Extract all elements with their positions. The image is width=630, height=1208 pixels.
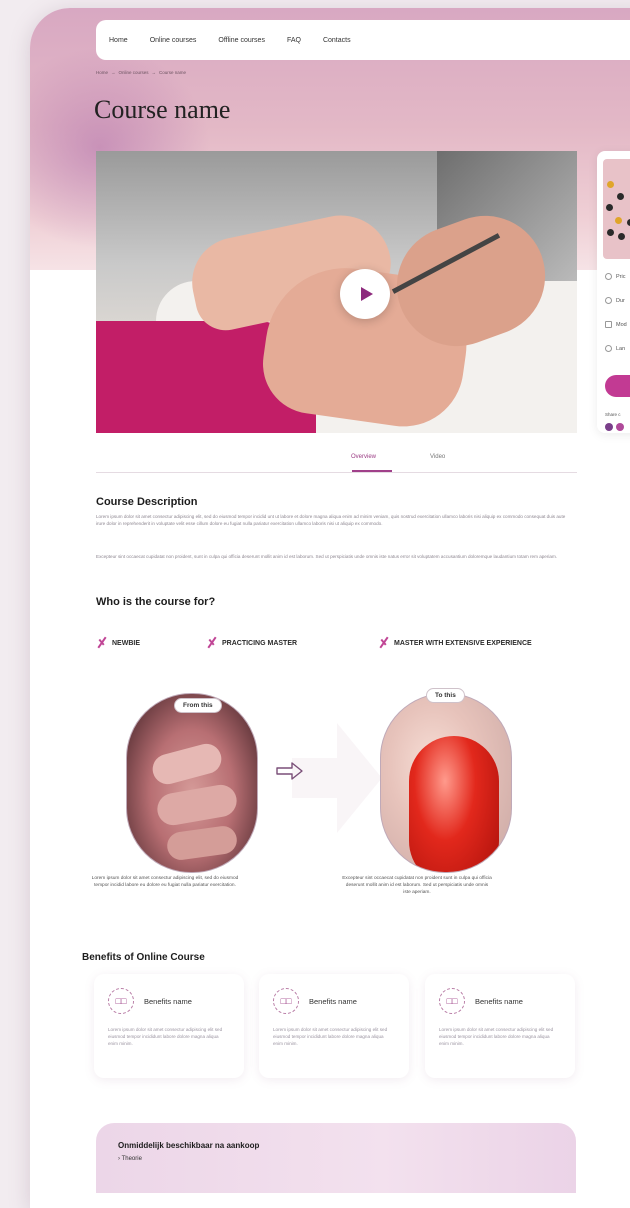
benefit-icon: □□ (439, 988, 465, 1014)
before-image (126, 693, 258, 873)
page-frame: Home Online courses Offline courses FAQ … (30, 8, 630, 1208)
benefit-icon: □□ (273, 988, 299, 1014)
breadcrumb-current: Course name (159, 70, 187, 75)
course-side-card: Pric Dur Mod Lan Share c (597, 151, 630, 433)
breadcrumb-online-courses[interactable]: Online courses (119, 70, 149, 75)
social-icon[interactable] (616, 423, 624, 431)
instant-access-heading: Onmiddelijk beschikbaar na aankoop (118, 1141, 260, 1150)
nav-item-home[interactable]: Home (109, 37, 128, 44)
benefit-card: □□ Benefits name Lorem ipsum dolor sit a… (425, 974, 575, 1078)
benefit-title: Benefits name (144, 997, 192, 1006)
before-nail (149, 740, 225, 788)
check-icon (206, 638, 220, 648)
before-caption: Lorem ipsum dolor sit amet consectur adi… (91, 876, 239, 888)
check-icon (96, 638, 110, 648)
breadcrumb-separator: → (111, 70, 116, 75)
section-heading-audience: Who is the course for? (96, 596, 216, 608)
benefit-card: □□ Benefits name Lorem ipsum dolor sit a… (94, 974, 244, 1078)
after-nail (409, 736, 499, 872)
nav-item-offline-courses[interactable]: Offline courses (218, 37, 265, 44)
page-title: Course name (94, 95, 231, 124)
check-icon (378, 638, 392, 648)
tab-video[interactable]: Video (430, 454, 445, 460)
section-heading-benefits: Benefits of Online Course (82, 952, 205, 963)
benefit-title: Benefits name (309, 997, 357, 1006)
instant-access-item-label: Theorie (121, 1156, 142, 1162)
description-paragraph: Lorem ipsum dolor sit amet consectur adi… (96, 514, 566, 526)
after-image (380, 693, 512, 873)
nav-item-faq[interactable]: FAQ (287, 37, 301, 44)
arrow-right-icon (276, 762, 303, 780)
from-label: From this (174, 698, 222, 713)
price-icon (605, 273, 612, 280)
benefit-text: Lorem ipsum dolor sit amet consectur adi… (273, 1027, 388, 1046)
before-nail (154, 782, 240, 828)
description-paragraph: Excepteur sint occaecat cupidatat non pr… (96, 554, 558, 559)
nav-item-online-courses[interactable]: Online courses (150, 37, 197, 44)
course-video[interactable] (96, 151, 577, 433)
audience-level: MASTER WITH EXTENSIVE EXPERIENCE (378, 638, 532, 648)
audience-level-label: NEWBIE (112, 639, 140, 647)
benefit-title: Benefits name (475, 997, 523, 1006)
section-heading-description: Course Description (96, 496, 198, 508)
tab-overview[interactable]: Overview (351, 454, 376, 460)
price-row: Pric (605, 273, 625, 280)
price-label: Pric (616, 273, 626, 280)
clock-icon (605, 297, 612, 304)
play-button[interactable] (340, 269, 390, 319)
content-tabs: Overview Video (96, 454, 577, 473)
benefit-icon: □□ (108, 988, 134, 1014)
audience-level: NEWBIE (96, 638, 140, 648)
share-label: Share c (605, 412, 621, 417)
audience-level-label: PRACTICING MASTER (222, 639, 298, 647)
language-row: Lan (605, 345, 625, 352)
play-icon (361, 287, 373, 301)
modules-label: Mod (616, 321, 627, 328)
globe-icon (605, 345, 612, 352)
duration-label: Dur (616, 297, 625, 304)
top-nav: Home Online courses Offline courses FAQ … (96, 20, 630, 60)
benefit-text: Lorem ipsum dolor sit amet consectur adi… (439, 1027, 554, 1046)
before-nail (165, 824, 239, 862)
after-caption: Excepteur sint occaecat cupidatat non pr… (342, 876, 492, 895)
nav-item-contacts[interactable]: Contacts (323, 37, 351, 44)
modules-row: Mod (605, 321, 627, 328)
benefit-text: Lorem ipsum dolor sit amet consectur adi… (108, 1027, 223, 1046)
arrow-watermark-icon (292, 723, 382, 833)
chevron-right-icon: › (118, 1156, 120, 1162)
modules-icon (605, 321, 612, 328)
instant-access-block: Onmiddelijk beschikbaar na aankoop › The… (96, 1123, 576, 1193)
audience-level: PRACTICING MASTER (206, 638, 297, 648)
course-thumbnail (603, 159, 630, 259)
breadcrumb: Home → Online courses → Course name (96, 70, 186, 75)
social-icon[interactable] (605, 423, 613, 431)
breadcrumb-separator: → (151, 70, 157, 75)
benefit-card: □□ Benefits name Lorem ipsum dolor sit a… (259, 974, 409, 1078)
buy-button[interactable] (605, 375, 630, 397)
language-label: Lan (616, 345, 626, 352)
duration-row: Dur (605, 297, 625, 304)
to-label: To this (426, 688, 465, 703)
breadcrumb-home[interactable]: Home (96, 70, 108, 75)
active-tab-indicator (352, 470, 392, 472)
instant-access-item[interactable]: › Theorie (118, 1156, 142, 1162)
audience-level-label: MASTER WITH EXTENSIVE EXPERIENCE (394, 639, 532, 647)
